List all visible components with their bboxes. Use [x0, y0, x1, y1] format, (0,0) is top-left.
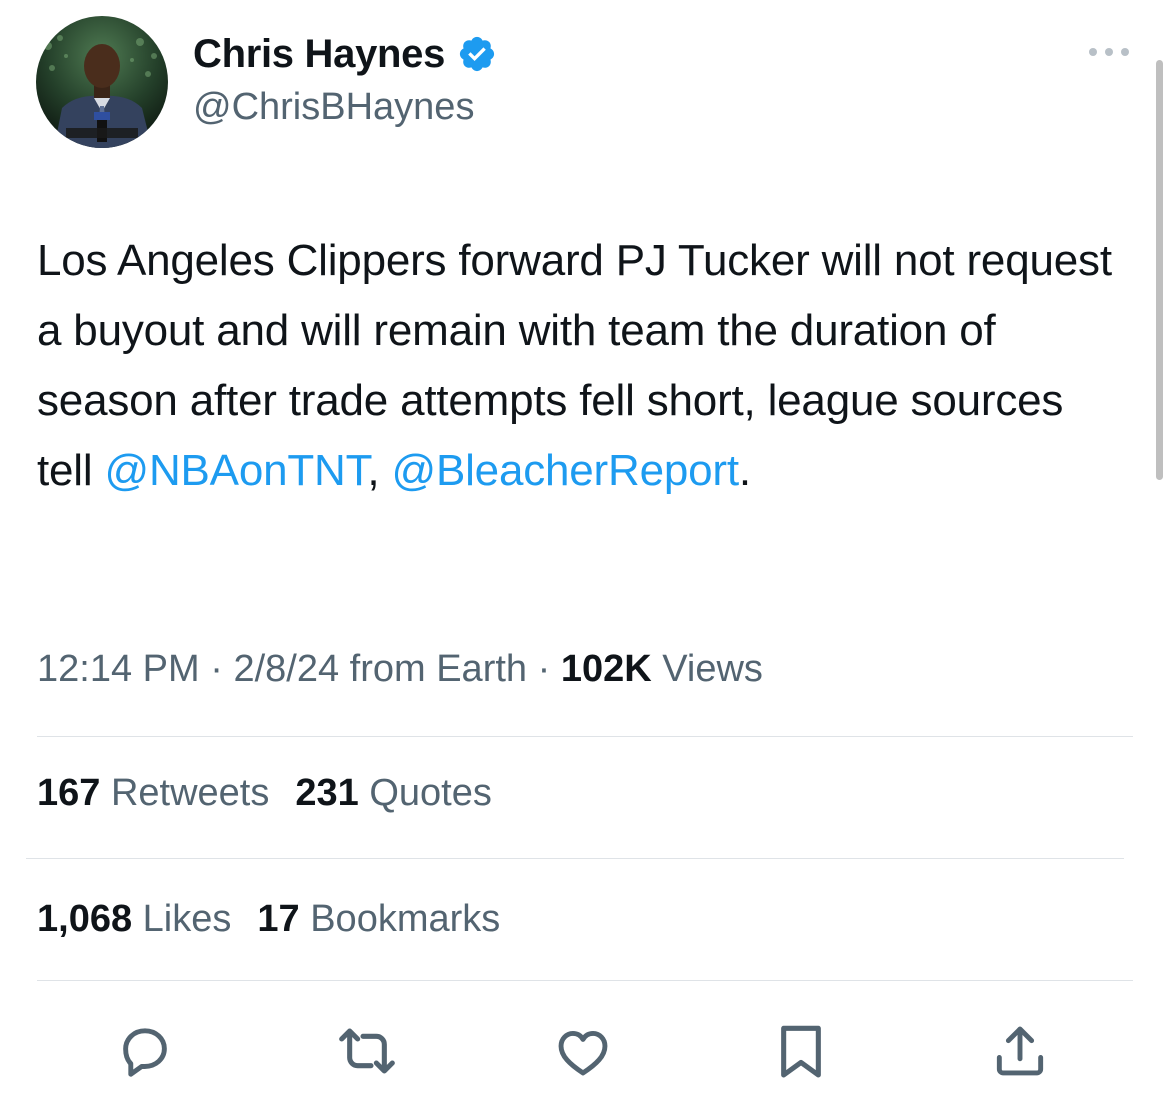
share-button[interactable]: [985, 1016, 1055, 1086]
tweet-time[interactable]: 12:14 PM: [37, 648, 200, 690]
quotes-stat[interactable]: 231 Quotes: [295, 772, 491, 815]
bookmarks-count: 17: [257, 898, 300, 940]
likes-label: Likes: [132, 898, 232, 940]
tweet-end-punctuation: .: [738, 446, 751, 495]
tweet-meta: 12:14 PM · 2/8/24 from Earth · 102K View…: [37, 648, 763, 691]
likes-stat[interactable]: 1,068 Likes: [37, 898, 231, 941]
meta-dot: ·: [527, 648, 561, 690]
tweet-text: Los Angeles Clippers forward PJ Tucker w…: [37, 226, 1122, 506]
mention-link-nbaontnt[interactable]: @NBAonTNT: [104, 446, 367, 495]
stats-row-likes-bookmarks: 1,068 Likes 17 Bookmarks: [37, 898, 526, 941]
meta-dot: ·: [199, 648, 234, 690]
avatar-photo: [36, 16, 168, 148]
mention-link-bleacherreport[interactable]: @BleacherReport: [391, 446, 739, 495]
verified-badge-icon: [457, 34, 497, 74]
like-button[interactable]: [548, 1016, 618, 1086]
views-count: 102K: [560, 648, 652, 690]
reply-button[interactable]: [110, 1016, 180, 1086]
retweets-stat[interactable]: 167 Retweets: [37, 772, 269, 815]
retweets-label: Retweets: [100, 772, 270, 814]
retweet-icon: [339, 1028, 395, 1074]
likes-count: 1,068: [37, 898, 133, 940]
divider: [26, 858, 1124, 859]
bookmark-button[interactable]: [766, 1016, 836, 1086]
divider: [37, 980, 1133, 981]
quotes-label: Quotes: [358, 772, 492, 814]
reply-icon: [123, 1028, 167, 1077]
share-icon: [996, 1026, 1044, 1076]
scrollbar[interactable]: [1156, 60, 1163, 480]
views-label: Views: [651, 648, 763, 690]
author-display-name[interactable]: Chris Haynes: [193, 32, 445, 77]
retweet-button[interactable]: [332, 1016, 402, 1086]
bookmark-icon: [781, 1025, 821, 1078]
author-name-row[interactable]: Chris Haynes: [193, 30, 497, 78]
tweet-date[interactable]: 2/8/24: [233, 648, 339, 690]
author-handle[interactable]: @ChrisBHaynes: [193, 86, 474, 129]
avatar[interactable]: [36, 16, 168, 148]
bookmarks-label: Bookmarks: [299, 898, 501, 940]
heart-icon: [558, 1030, 608, 1076]
tweet-source: from Earth: [339, 648, 528, 690]
tweet-separator: ,: [367, 446, 392, 495]
divider: [37, 736, 1133, 737]
bookmarks-stat[interactable]: 17 Bookmarks: [257, 898, 500, 941]
quotes-count: 231: [295, 772, 359, 814]
more-horizontal-icon[interactable]: [1085, 40, 1133, 64]
stats-row-retweets-quotes: 167 Retweets 231 Quotes: [37, 772, 518, 815]
action-bar: [0, 1016, 1170, 1086]
retweets-count: 167: [37, 772, 101, 814]
